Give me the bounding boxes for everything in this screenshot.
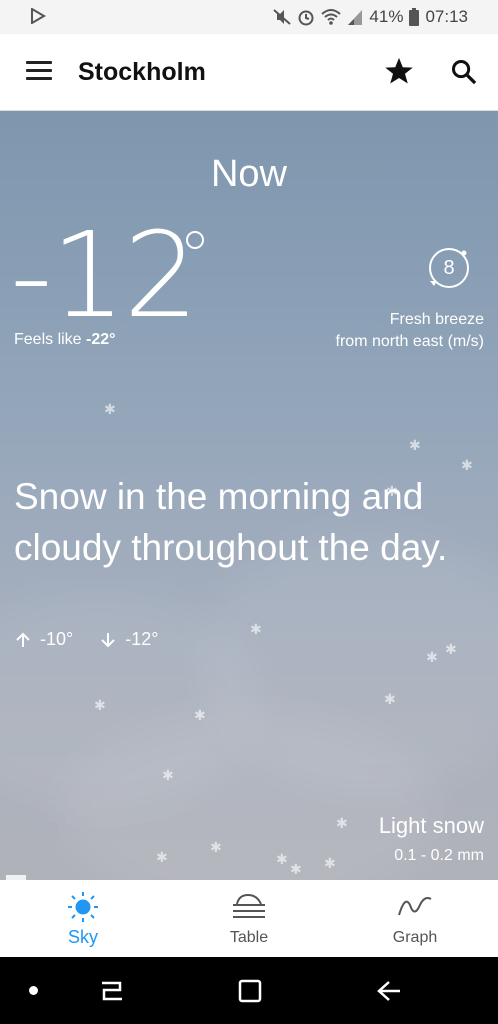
snowflake-icon: ✱	[162, 767, 174, 783]
wind-direction: from north east (m/s)	[335, 333, 484, 350]
wind-strength: Fresh breeze	[389, 311, 484, 328]
low-temp-value: -12°	[125, 629, 159, 649]
nav-dot-icon[interactable]	[29, 986, 38, 995]
snowflake-icon: ✱	[386, 483, 398, 499]
app-bar: Stockholm	[0, 34, 498, 111]
high-low: -10° -12°	[16, 629, 158, 650]
snowflake-icon: ✱	[426, 649, 438, 665]
feels-like: Feels like -22°	[14, 331, 116, 349]
wifi-icon	[321, 9, 342, 25]
mute-icon	[273, 9, 292, 25]
tab-graph-label: Graph	[392, 929, 438, 946]
now-label: Now	[210, 153, 288, 195]
graph-icon	[398, 897, 432, 916]
alarm-icon	[298, 10, 314, 26]
high-temp: -10°	[16, 629, 73, 650]
bottom-tab-bar: Sky Table Graph	[0, 880, 498, 957]
arrow-up-icon	[16, 632, 30, 647]
arrow-down-icon	[101, 632, 115, 647]
play-store-icon	[31, 8, 46, 24]
snowflake-icon: ✱	[276, 851, 288, 867]
tab-sky[interactable]: Sky	[0, 880, 166, 957]
precipitation-amount: 0.1 - 0.2 mm	[394, 847, 484, 864]
snowflake-icon: ✱	[194, 707, 206, 723]
table-icon	[233, 893, 265, 918]
tab-table-label: Table	[229, 929, 269, 946]
current-temperature: -12	[10, 206, 199, 344]
feels-like-value: -22°	[86, 331, 116, 348]
star-icon[interactable]	[384, 56, 414, 86]
tab-sky-label: Sky	[67, 927, 98, 947]
wind-speed: 8	[443, 257, 455, 279]
sun-icon	[68, 892, 98, 922]
sky-view[interactable]: Now -12 Feels like -22° 8 Fresh breeze f…	[0, 111, 498, 880]
low-temp: -12°	[101, 629, 158, 650]
snowflake-icon: ✱	[250, 621, 262, 637]
snowflake-icon: ✱	[336, 815, 348, 831]
snowflake-icon: ✱	[94, 697, 106, 713]
wind-description: Fresh breeze from north east (m/s)	[336, 309, 484, 353]
precipitation-type: Light snow	[378, 813, 484, 838]
snowflake-icon: ✱	[445, 641, 457, 657]
clock: 07:13	[425, 7, 468, 26]
recent-apps-icon[interactable]	[100, 979, 124, 1003]
status-bar: 41% 07:13	[0, 0, 498, 34]
signal-icon	[348, 10, 363, 25]
page-title: Stockholm	[78, 58, 206, 86]
battery-icon	[409, 8, 420, 26]
snowflake-icon: ✱	[104, 401, 116, 417]
snowflake-icon: ✱	[290, 861, 302, 877]
search-icon[interactable]	[450, 58, 478, 86]
snowflake-icon: ✱	[324, 855, 336, 871]
battery-percent: 41%	[369, 7, 404, 26]
tab-graph[interactable]: Graph	[332, 880, 498, 957]
system-navigation-bar	[0, 957, 498, 1024]
snowflake-icon: ✱	[461, 457, 473, 473]
home-icon[interactable]	[238, 979, 262, 1003]
snowflake-icon: ✱	[384, 691, 396, 707]
back-icon[interactable]	[376, 979, 402, 1003]
tab-table[interactable]: Table	[166, 880, 332, 957]
high-temp-value: -10°	[40, 629, 74, 649]
precipitation: Light snow 0.1 - 0.2 mm	[379, 813, 484, 865]
degree-symbol	[186, 231, 204, 249]
snowflake-icon: ✱	[409, 437, 421, 453]
menu-icon[interactable]	[26, 61, 52, 83]
snowflake-icon: ✱	[210, 839, 222, 855]
feels-like-label: Feels like	[14, 331, 82, 348]
snowflake-icon: ✱	[156, 849, 168, 865]
